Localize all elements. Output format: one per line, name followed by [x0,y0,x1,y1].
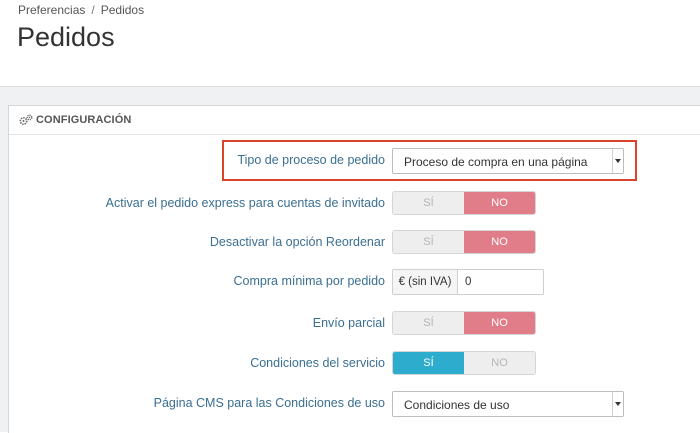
min-purchase-value[interactable]: 0 [465,276,471,288]
row-cms-page: Página CMS para las Condiciones de uso C… [0,391,692,417]
breadcrumb-separator: / [91,3,95,17]
min-purchase-field[interactable]: € (sin IVA) 0 [392,269,544,295]
breadcrumb-current: Pedidos [100,3,145,17]
cms-page-select[interactable]: Condiciones de uso [392,391,624,417]
breadcrumb: Preferencias / Pedidos [18,3,144,17]
page-title: Pedidos [17,22,115,52]
breadcrumb-parent[interactable]: Preferencias [18,3,85,17]
page-header: Preferencias / Pedidos Pedidos [0,0,700,87]
cms-page-label: Página CMS para las Condiciones de uso [153,396,385,410]
row-min-purchase: Compra mínima por pedido € (sin IVA) 0 [0,269,692,295]
disable-reorder-no[interactable]: NO [464,231,535,253]
select-arrow-icon [612,392,623,416]
partial-shipping-toggle[interactable]: SÍ NO [392,311,536,335]
terms-toggle[interactable]: SÍ NO [392,351,536,375]
partial-shipping-no[interactable]: NO [464,312,535,334]
highlight-box [222,140,637,181]
cms-page-value: Condiciones de uso [404,398,510,412]
row-disable-reorder: Desactivar la opción Reordenar SÍ NO [0,230,692,256]
terms-label: Condiciones del servicio [250,356,385,370]
guest-express-no[interactable]: NO [464,192,535,214]
disable-reorder-label: Desactivar la opción Reordenar [209,235,385,249]
row-partial-shipping: Envío parcial SÍ NO [0,311,692,337]
disable-reorder-yes[interactable]: SÍ [393,231,464,253]
min-purchase-label: Compra mínima por pedido [233,274,385,288]
panel-heading: CONFIGURACIÓN [9,106,700,135]
disable-reorder-toggle[interactable]: SÍ NO [392,230,536,254]
currency-addon: € (sin IVA) [393,270,458,294]
partial-shipping-yes[interactable]: SÍ [393,312,464,334]
terms-no[interactable]: NO [464,352,535,374]
partial-shipping-label: Envío parcial [312,316,385,330]
guest-express-label: Activar el pedido express para cuentas d… [105,196,385,210]
guest-express-toggle[interactable]: SÍ NO [392,191,536,215]
panel-title: CONFIGURACIÓN [36,114,132,126]
row-terms: Condiciones del servicio SÍ NO [0,351,692,377]
gears-icon [19,114,33,126]
row-guest-express: Activar el pedido express para cuentas d… [0,191,692,217]
terms-yes[interactable]: SÍ [393,352,464,374]
guest-express-yes[interactable]: SÍ [393,192,464,214]
